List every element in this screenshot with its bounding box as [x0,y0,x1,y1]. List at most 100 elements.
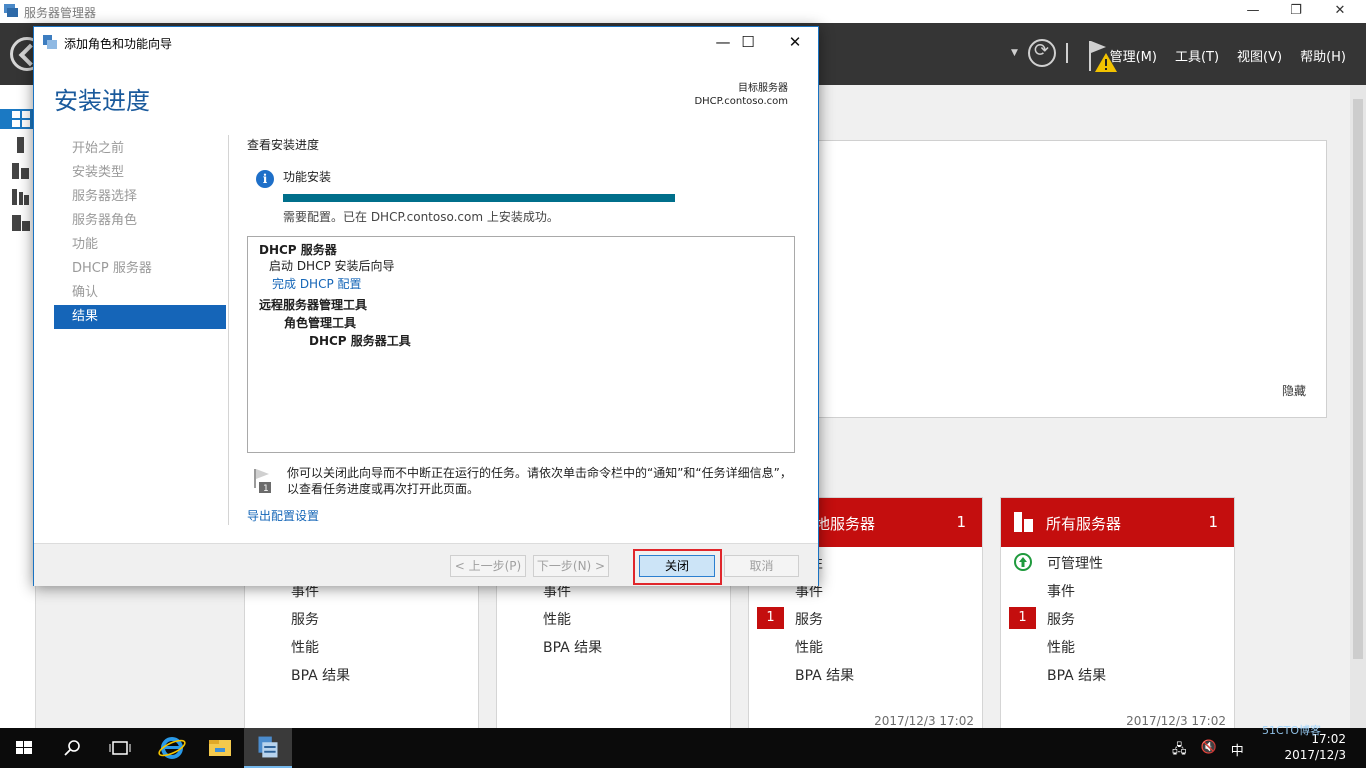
menu-manage[interactable]: 管理(M) [1110,46,1157,65]
header-divider [1066,43,1068,63]
progress-fill [283,194,675,202]
tile-timestamp: 2017/12/3 17:02 [874,714,974,728]
ime-indicator[interactable]: 中 [1231,740,1244,762]
wizard-step-item[interactable]: 功能 [54,233,226,257]
search-icon[interactable] [48,728,96,768]
menu-help[interactable]: 帮助(H) [1300,46,1346,65]
wizard-step-item[interactable]: 服务器选择 [54,185,226,209]
server-manager-sidebar [0,85,36,728]
tile-row-performance[interactable]: 性能 [795,637,823,657]
all-servers-icon[interactable] [12,163,30,179]
system-tray: 🖧 🔇 中 [1172,740,1244,762]
feature-install-label: 功能安装 [283,170,332,184]
network-icon[interactable]: 🖧 [1172,740,1187,762]
tile-title: 地服务器 [815,515,876,533]
wizard-steps-nav: 开始之前 安装类型 服务器选择 服务器角色 功能 DHCP 服务器 确认 结果 [54,137,226,329]
menu-view[interactable]: 视图(V) [1237,46,1282,65]
tile-alert-badge: 1 [1009,607,1036,629]
tile-count: 1 [1208,513,1218,531]
wizard-page-heading: 安装进度 [54,87,150,115]
tile-row-bpa[interactable]: BPA 结果 [1047,665,1106,685]
wizard-step-item[interactable]: 安装类型 [54,161,226,185]
info-icon: i [256,170,274,188]
complete-dhcp-config-link[interactable]: 完成 DHCP 配置 [272,275,362,292]
restore-button[interactable]: ❐ [1273,2,1319,22]
dashboard-icon[interactable] [12,111,30,127]
minimize-button[interactable]: — [1230,2,1276,22]
tile-row-manageability[interactable]: 可管理性 [1047,553,1103,573]
wizard-app-icon [43,35,57,49]
volume-icon[interactable]: 🔇 [1201,740,1217,762]
tile-row-performance[interactable]: 性能 [1047,637,1075,657]
wizard-close-x-button[interactable]: ✕ [774,31,816,53]
header-menu-bar: 管理(M) 工具(T) 视图(V) 帮助(H) [1110,46,1346,65]
dashboard-scrollbar[interactable] [1350,85,1366,728]
svg-text:1: 1 [263,484,269,494]
tile-row-services[interactable]: 服务 [291,609,319,629]
dhcp-role-icon[interactable] [12,215,30,231]
tile-count: 1 [956,513,966,531]
chevron-down-icon[interactable]: ▼ [1011,48,1018,58]
windows-start-icon[interactable] [0,728,48,768]
wizard-maximize-button[interactable]: ☐ [728,31,768,53]
previous-button[interactable]: < 上一步(P) [450,555,526,577]
close-button[interactable]: 关闭 [639,555,715,577]
file-services-icon[interactable] [12,189,30,205]
wizard-step-item[interactable]: 开始之前 [54,137,226,161]
tile-row-bpa[interactable]: BPA 结果 [543,637,602,657]
target-server-label: 目标服务器 [738,83,788,94]
hide-welcome-link[interactable]: 隐藏 [1282,382,1306,399]
file-explorer-icon[interactable] [196,728,244,768]
tile-row-bpa[interactable]: BPA 结果 [795,665,854,685]
server-manager-title: 服务器管理器 [24,6,97,20]
add-roles-wizard-dialog: 添加角色和功能向导 — ☐ ✕ 安装进度 目标服务器 DHCP.contoso.… [33,26,819,586]
result-tools-sub: 角色管理工具 [284,316,357,330]
server-manager-titlebar: 服务器管理器 — ❐ ✕ [0,0,1366,23]
result-post-task: 启动 DHCP 安装后向导 [269,259,395,273]
tile-timestamp: 2017/12/3 17:02 [1126,714,1226,728]
server-manager-app-icon [4,4,18,17]
result-tools-group: 远程服务器管理工具 [259,298,368,312]
next-button[interactable]: 下一步(N) > [533,555,609,577]
tile-row-performance[interactable]: 性能 [543,609,571,629]
task-view-icon[interactable] [96,728,144,768]
section-title: 查看安装进度 [247,138,320,152]
wizard-step-item[interactable]: DHCP 服务器 [54,257,226,281]
result-role: DHCP 服务器 [259,243,337,257]
tile-row-services[interactable]: 服务 [795,609,823,629]
wizard-titlebar[interactable]: 添加角色和功能向导 — ☐ ✕ [34,27,818,57]
export-config-link[interactable]: 导出配置设置 [247,507,319,524]
result-tools-item: DHCP 服务器工具 [309,334,411,348]
server-manager-taskbar-icon[interactable] [244,728,292,768]
internet-explorer-icon[interactable] [148,728,196,768]
watermark: 51CTO博客 [1262,724,1322,737]
install-status-text: 需要配置。已在 DHCP.contoso.com 上安装成功。 [283,210,559,224]
scrollbar-thumb[interactable] [1353,99,1363,659]
notification-flag-icon: 1 [254,469,271,494]
install-results-box[interactable]: DHCP 服务器 启动 DHCP 安装后向导 完成 DHCP 配置 远程服务器管… [247,236,795,453]
wizard-title: 添加角色和功能向导 [64,37,173,51]
tile-alert-badge: 1 [757,607,784,629]
tile-row-performance[interactable]: 性能 [291,637,319,657]
tile-row-services[interactable]: 服务 [1047,609,1075,629]
clock-date: 2017/12/3 [1284,748,1346,762]
install-progress-bar [283,194,675,202]
all-servers-tile[interactable]: 所有服务器 1 可管理性 事件 1 服务 性能 BPA 结果 2017/12/3… [1000,497,1235,730]
wizard-note-text: 你可以关闭此向导而不中断正在运行的任务。请依次单击命令栏中的“通知”和“任务详细… [287,466,792,496]
wizard-step-item[interactable]: 服务器角色 [54,209,226,233]
refresh-icon[interactable] [1028,39,1056,67]
menu-tools[interactable]: 工具(T) [1175,46,1219,65]
wizard-divider [228,135,229,525]
status-ok-icon [1014,553,1032,571]
close-window-button[interactable]: ✕ [1317,2,1363,22]
cancel-button[interactable]: 取消 [724,555,799,577]
tile-header[interactable]: 所有服务器 1 [1001,498,1234,547]
tile-row-bpa[interactable]: BPA 结果 [291,665,350,685]
local-server-icon[interactable] [12,137,30,153]
wizard-step-item[interactable]: 结果 [54,305,226,329]
tile-row-events[interactable]: 事件 [1047,581,1075,601]
wizard-step-item[interactable]: 确认 [54,281,226,305]
wizard-footer: < 上一步(P) 下一步(N) > 关闭 取消 [34,543,818,586]
target-server-name: DHCP.contoso.com [694,96,788,107]
target-server-info: 目标服务器 DHCP.contoso.com [694,82,788,108]
